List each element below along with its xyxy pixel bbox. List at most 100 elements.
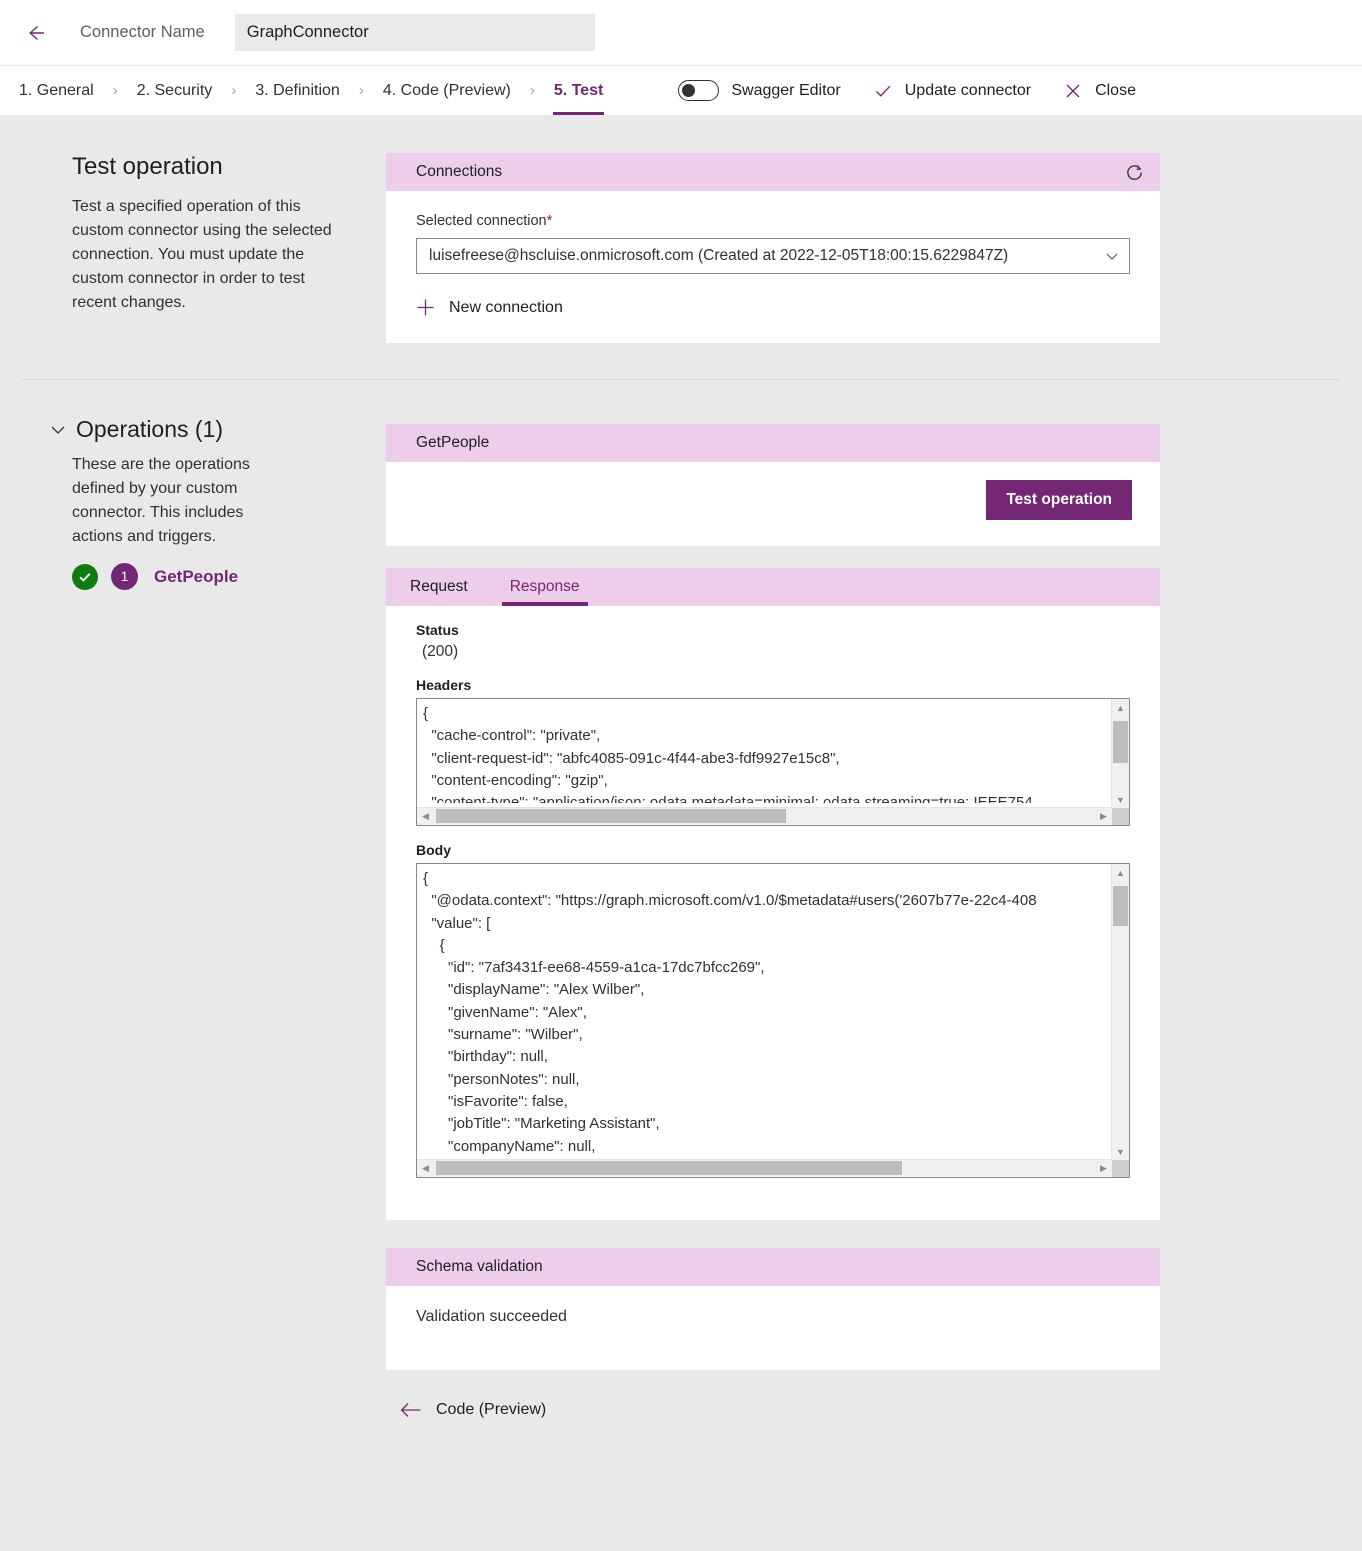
step-general[interactable]: 1. General <box>16 66 97 115</box>
scroll-down-icon-body[interactable]: ▼ <box>1112 1143 1129 1160</box>
scrollbar-thumb[interactable] <box>1113 721 1128 763</box>
operation-card-body: Test operation <box>386 462 1160 546</box>
chevron-right-icon-1: › <box>112 82 118 99</box>
scroll-right-icon-body[interactable]: ▶ <box>1095 1160 1112 1177</box>
swagger-editor-toggle[interactable]: Swagger Editor <box>678 80 841 101</box>
toggle-knob <box>682 83 696 97</box>
schema-validation-body: Validation succeeded <box>386 1286 1160 1370</box>
operations-info: Operations (1) These are the operations … <box>0 380 386 1420</box>
toggle-track <box>678 80 720 101</box>
scroll-down-icon[interactable]: ▼ <box>1112 791 1129 808</box>
tab-response[interactable]: Response <box>501 568 588 606</box>
connections-card-body: Selected connection* luisefreese@hscluis… <box>386 191 1160 343</box>
chevron-down-icon <box>1105 249 1119 263</box>
operation-detail-column: GetPeople Test operation Request Respons… <box>386 380 1362 1420</box>
step-definition[interactable]: 3. Definition <box>252 66 343 115</box>
scroll-right-icon[interactable]: ▶ <box>1095 808 1112 825</box>
scrollbar-thumb-h-body[interactable] <box>436 1161 902 1175</box>
swagger-editor-label: Swagger Editor <box>731 81 841 99</box>
operation-list-item[interactable]: 1 GetPeople <box>72 563 358 590</box>
schema-validation-message: Validation succeeded <box>416 1308 567 1325</box>
scrollbar-corner-body <box>1112 1160 1129 1177</box>
scrollbar-corner <box>1112 808 1129 825</box>
new-connection-label: New connection <box>449 298 563 316</box>
operation-name: GetPeople <box>154 566 239 586</box>
operation-card: GetPeople Test operation <box>386 424 1160 546</box>
connections-title: Connections <box>416 163 503 180</box>
chevron-right-icon-2: › <box>231 82 237 99</box>
page-content: Test operation Test a specified operatio… <box>0 115 1362 1420</box>
schema-validation-card: Schema validation Validation succeeded <box>386 1248 1160 1370</box>
response-panel: Status (200) Headers { "cache-control": … <box>386 606 1160 1220</box>
back-arrow-icon-footer <box>400 1400 422 1420</box>
operation-card-title: GetPeople <box>416 434 490 451</box>
footer-back-link[interactable]: Code (Preview) <box>400 1400 546 1420</box>
close-icon <box>1063 81 1083 101</box>
body-content: { "@odata.context": "https://graph.micro… <box>423 870 1037 1155</box>
operations-title: Operations (1) <box>76 416 224 442</box>
top-bar: Connector Name <box>0 0 1362 66</box>
refresh-icon[interactable] <box>1125 163 1144 182</box>
status-value: (200) <box>422 643 459 660</box>
connector-name-input[interactable] <box>234 14 595 51</box>
scrollbar-thumb-h[interactable] <box>436 809 786 823</box>
step-test[interactable]: 5. Test <box>551 66 607 115</box>
scrollbar-thumb-body[interactable] <box>1113 886 1128 926</box>
scroll-up-icon[interactable]: ▲ <box>1112 699 1129 716</box>
connections-card-header: Connections <box>386 153 1160 191</box>
selected-connection-label-text: Selected connection <box>416 213 547 229</box>
test-operation-description: Test a specified operation of this custo… <box>72 198 332 311</box>
connections-card: Connections Selected connection* luisefr… <box>386 153 1160 343</box>
request-response-tabs: Request Response <box>386 568 1160 606</box>
headers-label: Headers <box>416 677 472 693</box>
headers-horizontal-scrollbar[interactable]: ◀ ▶ <box>417 807 1112 825</box>
schema-validation-header: Schema validation <box>386 1248 1160 1286</box>
body-textarea[interactable]: { "@odata.context": "https://graph.micro… <box>416 863 1130 1178</box>
operations-description: These are the operations defined by your… <box>72 456 250 545</box>
headers-vertical-scrollbar[interactable]: ▲ ▼ <box>1111 699 1129 808</box>
operations-section: Operations (1) These are the operations … <box>0 380 1362 1420</box>
wizard-steps: 1. General › 2. Security › 3. Definition… <box>16 66 606 115</box>
test-operation-info: Test operation Test a specified operatio… <box>0 115 386 343</box>
body-vertical-scrollbar[interactable]: ▲ ▼ <box>1111 864 1129 1160</box>
close-button[interactable]: Close <box>1063 81 1136 101</box>
scroll-left-icon[interactable]: ◀ <box>417 808 434 825</box>
test-operation-section: Test operation Test a specified operatio… <box>0 115 1362 343</box>
new-connection-button[interactable]: New connection <box>416 298 563 317</box>
selected-connection-label: Selected connection* <box>416 213 1130 229</box>
scroll-left-icon-body[interactable]: ◀ <box>417 1160 434 1177</box>
test-operation-button[interactable]: Test operation <box>986 480 1132 520</box>
command-actions: Swagger Editor Update connector Close <box>678 66 1136 115</box>
chevron-right-icon-3: › <box>358 82 364 99</box>
body-horizontal-scrollbar[interactable]: ◀ ▶ <box>417 1159 1112 1177</box>
status-label: Status <box>416 622 459 638</box>
step-security[interactable]: 2. Security <box>134 66 216 115</box>
operation-number-badge: 1 <box>111 563 138 590</box>
chevron-right-icon-4: › <box>529 82 535 99</box>
body-label: Body <box>416 842 451 858</box>
close-label: Close <box>1095 81 1136 99</box>
headers-textarea[interactable]: { "cache-control": "private", "client-re… <box>416 698 1130 826</box>
step-code-preview[interactable]: 4. Code (Preview) <box>380 66 514 115</box>
success-check-icon <box>72 563 98 590</box>
tab-request[interactable]: Request <box>402 568 476 606</box>
request-response-card: Request Response Status (200) Headers { … <box>386 568 1160 1220</box>
operations-collapse-toggle[interactable]: Operations (1) <box>48 380 358 443</box>
connections-column: Connections Selected connection* luisefr… <box>386 115 1362 343</box>
scroll-up-icon-body[interactable]: ▲ <box>1112 864 1129 881</box>
footer-back-label: Code (Preview) <box>436 1401 547 1418</box>
back-arrow-icon[interactable] <box>18 16 52 50</box>
selected-connection-value: luisefreese@hscluise.onmicrosoft.com (Cr… <box>429 247 1009 264</box>
selected-connection-dropdown[interactable]: luisefreese@hscluise.onmicrosoft.com (Cr… <box>416 238 1130 274</box>
page-title: Test operation <box>72 153 223 180</box>
connector-name-label: Connector Name <box>80 23 205 41</box>
plus-icon <box>416 298 435 317</box>
check-icon <box>873 81 893 101</box>
required-marker: * <box>546 213 553 229</box>
headers-content: { "cache-control": "private", "client-re… <box>423 705 1033 803</box>
command-bar: 1. General › 2. Security › 3. Definition… <box>0 66 1362 115</box>
update-connector-button[interactable]: Update connector <box>873 81 1031 101</box>
operation-card-header: GetPeople <box>386 424 1160 462</box>
chevron-down-icon-operations <box>48 420 68 440</box>
schema-validation-title: Schema validation <box>416 1258 543 1275</box>
